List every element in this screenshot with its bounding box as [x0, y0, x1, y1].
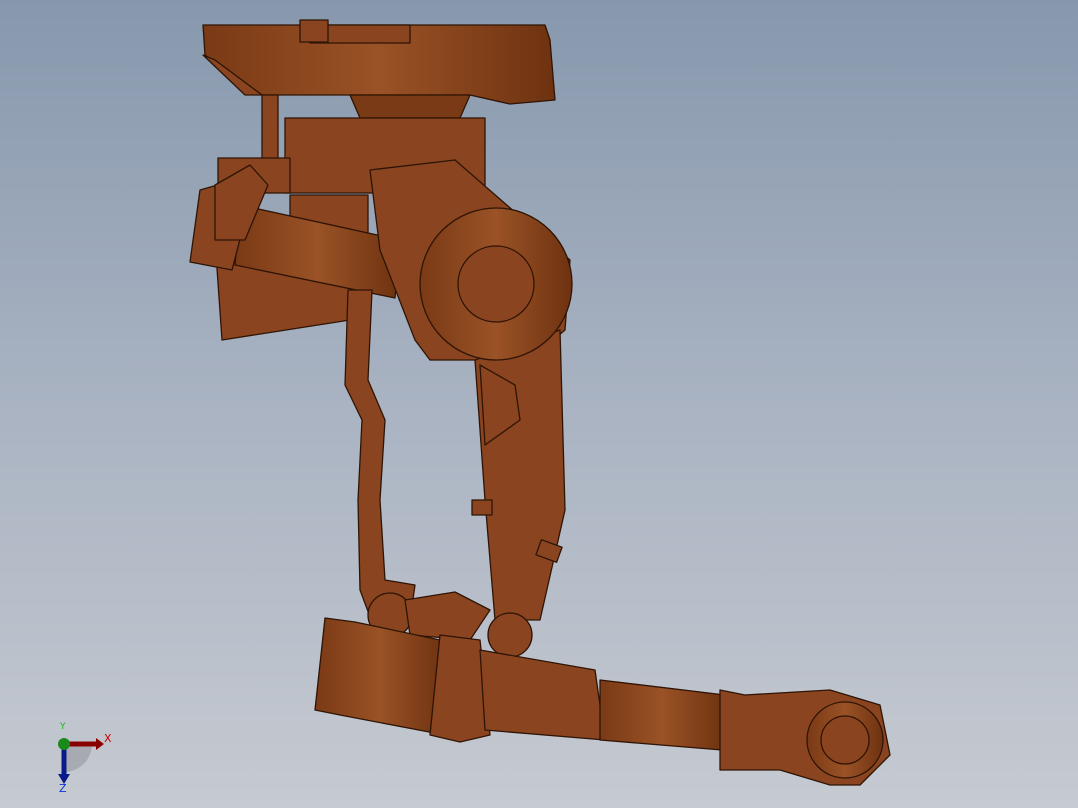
tie-rod: [344, 289, 416, 631]
elbow-joint: [487, 612, 533, 658]
forearm-tube: [599, 679, 726, 751]
y-axis-label: Y: [60, 722, 66, 732]
z-axis-label: Z: [59, 782, 67, 795]
x-axis-label: X: [104, 732, 112, 745]
coordinate-triad: X Y Z: [48, 722, 118, 798]
y-axis-dot: [58, 738, 70, 750]
graphics-viewport[interactable]: X Y Z: [0, 0, 1078, 808]
upper-arm: [479, 649, 606, 741]
robot-arm-model[interactable]: [0, 0, 1078, 808]
